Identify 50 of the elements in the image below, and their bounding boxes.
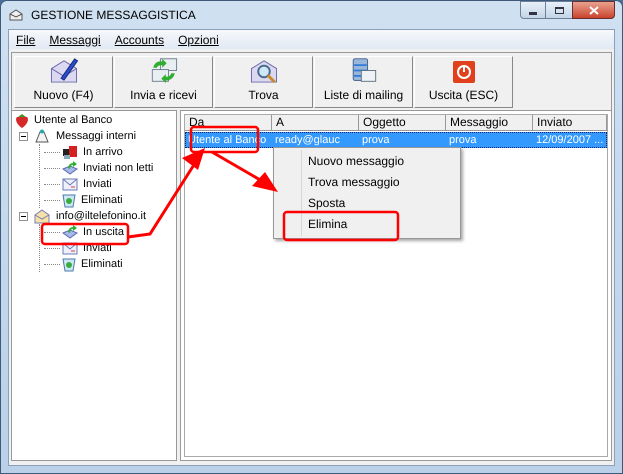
column-header[interactable]: Messaggio	[446, 115, 533, 131]
open-envelope-icon	[34, 208, 50, 224]
tree-item[interactable]: In uscita	[81, 224, 126, 240]
tree-item[interactable]: Inviati non letti	[81, 160, 156, 176]
menu-item[interactable]: Opzioni	[171, 30, 226, 48]
strawberry-icon	[15, 112, 29, 128]
menu-item[interactable]: Accounts	[108, 30, 172, 48]
context-menu-item[interactable]: Elimina	[274, 214, 460, 235]
menu-item[interactable]: File	[9, 30, 42, 48]
tree-item[interactable]: Eliminati	[79, 192, 125, 208]
tree-item[interactable]: Inviati	[81, 176, 114, 192]
window-title: GESTIONE MESSAGGISTICA	[31, 7, 196, 24]
column-header[interactable]: A	[272, 115, 359, 131]
recycle-bin-icon	[62, 192, 76, 208]
maximize-button[interactable]	[546, 1, 572, 19]
recycle-bin-icon	[62, 256, 76, 272]
close-icon	[588, 6, 598, 14]
envelope-icon	[62, 178, 78, 190]
envelope-arrow-icon	[62, 225, 78, 239]
close-button[interactable]	[572, 1, 615, 19]
tree-item[interactable]: Utente al Banco	[32, 112, 114, 128]
envelope-icon	[9, 9, 23, 21]
annotation-arrow	[211, 150, 278, 192]
context-menu-item[interactable]: Nuovo messaggio	[274, 151, 460, 172]
tree-item[interactable]: In arrivo	[81, 144, 125, 160]
collapse-icon[interactable]	[19, 132, 28, 140]
bell-icon	[34, 128, 50, 144]
collapse-icon[interactable]	[19, 212, 28, 220]
toolbar-button[interactable]: Trova	[214, 56, 313, 108]
table-cell-text: prova	[448, 133, 478, 147]
mailbox-icon	[62, 145, 78, 159]
envelope-arrow-icon	[62, 161, 78, 175]
tree-item[interactable]: info@iltelefonino.it	[56, 208, 146, 224]
tree-item[interactable]: Eliminati	[79, 256, 125, 272]
table-cell-text: 12/09/2007 ...	[535, 133, 604, 147]
table-cell-text: ready@glauc	[274, 133, 341, 147]
envelope-pen-icon	[48, 57, 78, 84]
column-header[interactable]: Inviato	[533, 115, 607, 131]
toolbar-button[interactable]: Nuovo (F4)	[14, 56, 113, 108]
tree-item[interactable]: Messaggi interni	[56, 128, 136, 144]
toolbar-button[interactable]: Uscita (ESC)	[414, 56, 513, 108]
toolbar-button[interactable]: Liste di mailing	[314, 56, 413, 108]
menu-item[interactable]: Messaggi	[42, 30, 108, 48]
toolbar-button[interactable]: Invia e ricevi	[114, 56, 213, 108]
minimize-button[interactable]	[520, 1, 546, 19]
context-menu-item[interactable]: Trova messaggio	[274, 172, 460, 193]
table-cell-text: prova	[361, 133, 391, 147]
context-menu-item[interactable]: Sposta	[274, 193, 460, 214]
column-header[interactable]: Oggetto	[359, 115, 446, 131]
power-icon	[452, 60, 476, 84]
